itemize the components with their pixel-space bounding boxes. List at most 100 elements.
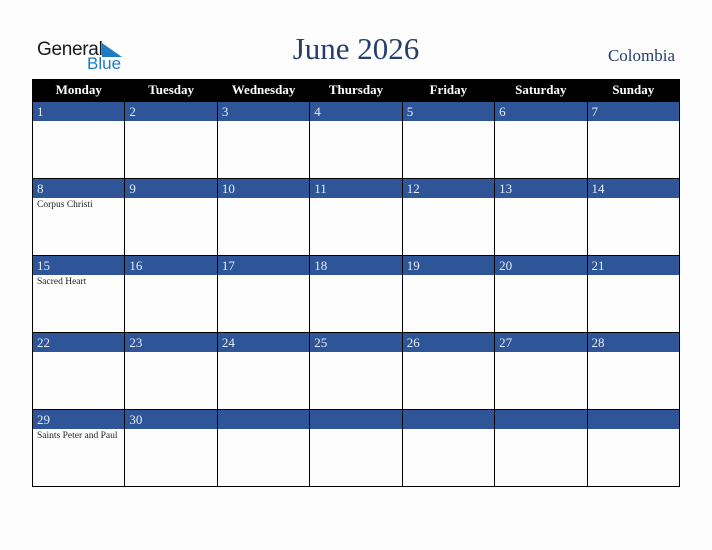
- day-number: [402, 410, 495, 429]
- weekday-header: Thursday: [309, 79, 403, 102]
- day-cell[interactable]: 24: [216, 332, 311, 410]
- holiday-label: [588, 352, 679, 354]
- day-number: 21: [587, 256, 679, 275]
- holiday-label: [310, 352, 401, 354]
- day-number: 30: [125, 410, 217, 429]
- day-cell[interactable]: 11: [309, 178, 403, 256]
- day-number: 11: [310, 179, 402, 198]
- day-cell[interactable]: 8 Corpus Christi: [31, 178, 126, 256]
- day-number: 15: [33, 256, 125, 275]
- holiday-label: [495, 352, 586, 354]
- holiday-label: [218, 275, 309, 277]
- day-cell[interactable]: [401, 409, 496, 487]
- day-number: [217, 410, 310, 429]
- day-cell[interactable]: 10: [216, 178, 311, 256]
- day-number: 5: [402, 102, 495, 121]
- holiday-label: [588, 198, 679, 200]
- holiday-label: [310, 121, 401, 123]
- day-cell[interactable]: [586, 409, 681, 487]
- page-title: June 2026: [292, 31, 420, 66]
- day-number: 1: [33, 102, 125, 121]
- holiday-label: [588, 429, 679, 431]
- week-row: 22 23 24 25 26 27 28: [31, 332, 681, 410]
- day-cell[interactable]: 4: [309, 101, 403, 179]
- day-cell[interactable]: 17: [216, 255, 311, 333]
- holiday-label: [218, 198, 309, 200]
- day-number: 18: [310, 256, 402, 275]
- weekday-header: Friday: [401, 79, 496, 102]
- day-number: 25: [310, 333, 402, 352]
- week-row: 8 Corpus Christi 9 10 11 12 13 14: [31, 178, 681, 256]
- week-row: 29 Saints Peter and Paul 30: [31, 409, 681, 487]
- holiday-label: [125, 198, 216, 200]
- day-number: 23: [125, 333, 217, 352]
- holiday-label: Saints Peter and Paul: [37, 431, 118, 441]
- week-row: 15 Sacred Heart 16 17 18 19 20 21: [31, 255, 681, 333]
- day-number: 6: [495, 102, 587, 121]
- day-cell[interactable]: 27: [494, 332, 588, 410]
- day-cell[interactable]: 14: [586, 178, 681, 256]
- holiday-label: [495, 429, 586, 431]
- day-cell[interactable]: 20: [494, 255, 588, 333]
- day-cell[interactable]: 25: [309, 332, 403, 410]
- day-number: 9: [125, 179, 217, 198]
- day-cell[interactable]: 13: [494, 178, 588, 256]
- day-number: 20: [495, 256, 587, 275]
- day-number: 27: [495, 333, 587, 352]
- holiday-label: [495, 275, 586, 277]
- day-cell[interactable]: 7: [586, 101, 681, 179]
- day-cell[interactable]: 19: [401, 255, 496, 333]
- week-row: 1234567: [31, 101, 681, 179]
- holiday-label: [218, 429, 309, 431]
- day-number: 10: [217, 179, 310, 198]
- day-cell[interactable]: [494, 409, 588, 487]
- day-cell[interactable]: 9: [124, 178, 218, 256]
- day-cell[interactable]: 22: [31, 332, 126, 410]
- holiday-label: [33, 352, 124, 354]
- holiday-label: [403, 352, 494, 354]
- holiday-label: [125, 121, 216, 123]
- day-number: 29: [33, 410, 125, 429]
- day-cell[interactable]: 23: [124, 332, 218, 410]
- day-cell[interactable]: 2: [124, 101, 218, 179]
- day-number: [310, 410, 402, 429]
- day-cell[interactable]: 30: [124, 409, 218, 487]
- day-cell[interactable]: 26: [401, 332, 496, 410]
- day-number: 12: [402, 179, 495, 198]
- day-number: 16: [125, 256, 217, 275]
- weekday-header: Sunday: [586, 79, 681, 102]
- weekday-header: Monday: [31, 79, 126, 102]
- weekday-header-row: Monday Tuesday Wednesday Thursday Friday…: [31, 79, 681, 102]
- day-number: 3: [217, 102, 310, 121]
- holiday-label: [495, 121, 586, 123]
- holiday-label: Corpus Christi: [37, 200, 93, 210]
- day-cell[interactable]: 3: [216, 101, 311, 179]
- day-cell[interactable]: 1: [31, 101, 126, 179]
- day-cell[interactable]: 15 Sacred Heart: [31, 255, 126, 333]
- day-number: 26: [402, 333, 495, 352]
- day-cell[interactable]: 12: [401, 178, 496, 256]
- day-cell[interactable]: 29 Saints Peter and Paul: [31, 409, 126, 487]
- day-number: 17: [217, 256, 310, 275]
- day-number: 13: [495, 179, 587, 198]
- day-number: 19: [402, 256, 495, 275]
- day-cell[interactable]: 21: [586, 255, 681, 333]
- day-number: 14: [587, 179, 679, 198]
- holiday-label: [33, 121, 124, 123]
- country-label: Colombia: [607, 46, 675, 65]
- day-cell[interactable]: 5: [401, 101, 496, 179]
- day-cell[interactable]: 28: [586, 332, 681, 410]
- day-cell[interactable]: [216, 409, 311, 487]
- day-cell[interactable]: 18: [309, 255, 403, 333]
- day-cell[interactable]: 16: [124, 255, 218, 333]
- holiday-label: [403, 121, 494, 123]
- day-cell[interactable]: [309, 409, 403, 487]
- weekday-header: Wednesday: [216, 79, 311, 102]
- holiday-label: [125, 275, 216, 277]
- holiday-label: [310, 198, 401, 200]
- day-cell[interactable]: 6: [494, 101, 588, 179]
- holiday-label: [403, 198, 494, 200]
- day-number: 22: [33, 333, 125, 352]
- holiday-label: [310, 275, 401, 277]
- holiday-label: [403, 429, 494, 431]
